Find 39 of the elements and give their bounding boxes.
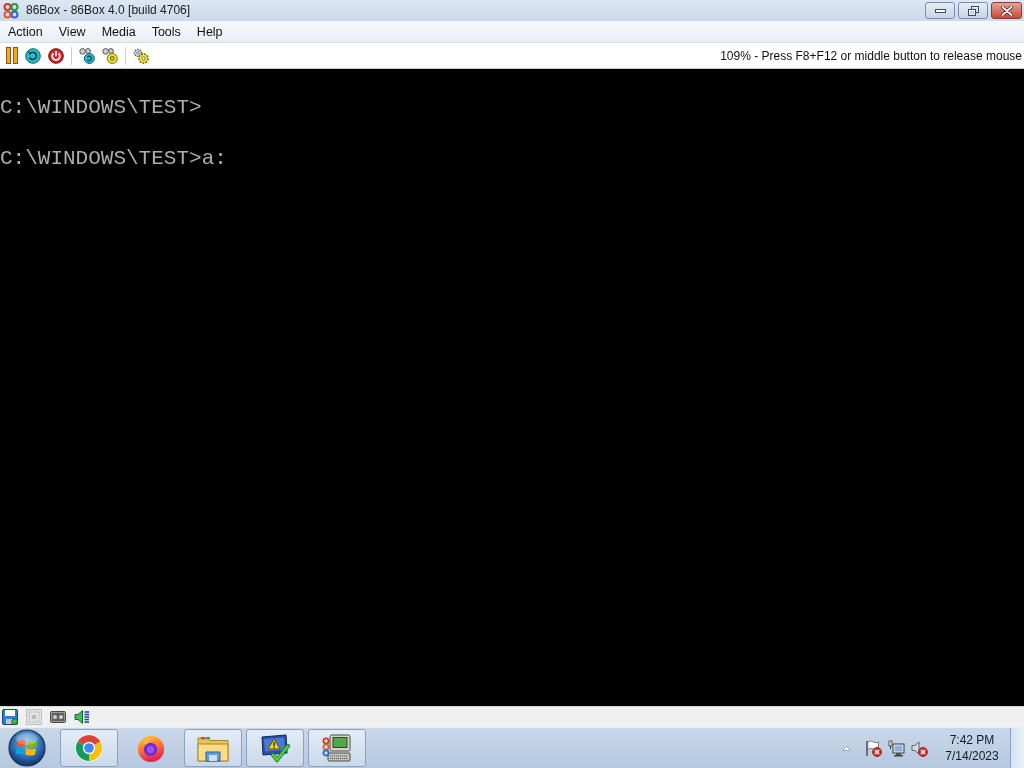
console-line: C:\WINDOWS\TEST>	[0, 94, 202, 120]
menu-item[interactable]: Media	[94, 22, 143, 41]
device-icon[interactable]	[50, 711, 66, 723]
taskbar-button[interactable]	[60, 729, 118, 767]
mouse-hint-text: 109% - Press F8+F12 or middle button to release mouse	[720, 48, 1023, 63]
folder-icon	[197, 734, 229, 762]
clock-date[interactable]: 7/14/2023	[945, 748, 999, 764]
menu-item[interactable]: View	[51, 22, 93, 41]
computer-icon	[322, 733, 352, 763]
close-button[interactable]	[991, 2, 1022, 19]
speaker-icon[interactable]	[74, 709, 90, 725]
settings-icon[interactable]	[133, 47, 149, 64]
ctrl-alt-esc-icon[interactable]	[102, 47, 118, 64]
ctrl-alt-del-icon[interactable]	[79, 47, 95, 64]
monitor-check-icon	[260, 733, 290, 763]
browser-icon	[74, 733, 104, 763]
clock-time[interactable]: 7:42 PM	[949, 732, 995, 748]
browser-icon	[136, 733, 166, 763]
restore-icon	[967, 5, 979, 16]
speaker-icon[interactable]	[911, 739, 928, 757]
close-icon	[1000, 5, 1013, 16]
menu-item[interactable]: Tools	[144, 22, 188, 41]
reset-icon[interactable]	[25, 47, 41, 64]
window-title: 86Box - 86Box 4.0 [build 4706]	[26, 3, 191, 18]
taskbar-button[interactable]	[246, 729, 304, 767]
flag-icon[interactable]	[865, 739, 882, 757]
console-line: C:\WINDOWS\TEST>a:	[0, 145, 227, 171]
app-logo-icon	[3, 2, 19, 19]
start-button[interactable]	[8, 729, 46, 767]
taskbar-button[interactable]	[308, 729, 366, 767]
minimize-icon	[934, 8, 946, 13]
menu-item[interactable]: Help	[189, 22, 230, 41]
power-icon[interactable]	[48, 47, 64, 64]
menu-item[interactable]: Action	[1, 22, 50, 41]
network-icon[interactable]	[888, 739, 905, 757]
restore-button[interactable]	[958, 2, 988, 19]
minimize-button[interactable]	[925, 2, 955, 19]
dotted-square-icon[interactable]	[26, 709, 42, 725]
pause-icon[interactable]	[6, 47, 18, 64]
